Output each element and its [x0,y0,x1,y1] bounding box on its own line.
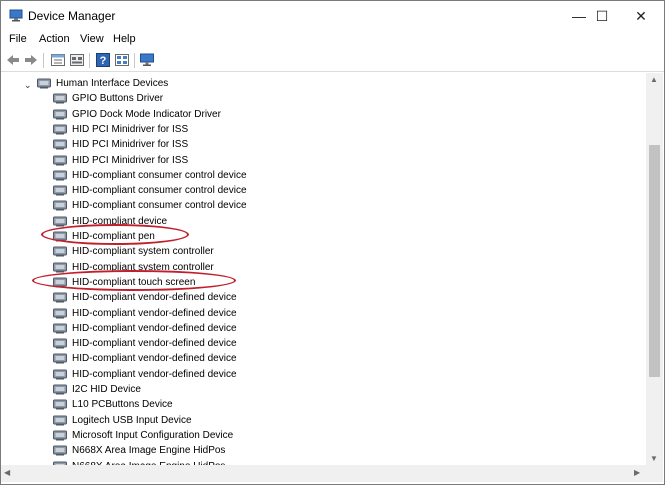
hid-device-icon [53,216,67,227]
tree-device-label: GPIO Buttons Driver [72,93,164,105]
scroll-left-arrow-icon[interactable]: ◀ [4,468,10,477]
tree-device-label: HID PCI Minidriver for ISS [72,123,189,135]
show-hidden-icon[interactable] [114,52,130,68]
collapse-chevron-icon[interactable]: ⌄ [24,80,32,91]
hid-device-icon [53,445,67,456]
hid-device-icon [53,155,67,165]
tree-device-label: HID-compliant vendor-defined device [72,292,237,304]
tree-category-label: Human Interface Devices [56,78,169,89]
hid-device-icon [53,124,67,135]
tree-device-label: HID PCI Minidriver for ISS [72,139,189,151]
window-title: Device Manager [28,9,116,23]
close-button[interactable]: ✕ [618,1,664,31]
tree-device-label: HID-compliant vendor-defined device [72,338,237,350]
tree-device-label: HID PCI Minidriver for ISS [72,154,189,166]
scroll-up-arrow-icon[interactable]: ▲ [650,75,658,84]
hid-device-icon [53,323,67,334]
scan-hardware-icon[interactable] [139,52,155,68]
hid-device-icon [53,231,67,242]
update-driver-icon[interactable] [69,52,85,68]
menu-file[interactable]: File [9,33,27,45]
hid-device-icon [53,262,67,273]
hid-device-icon [53,170,67,181]
tree-device-label: HID-compliant vendor-defined device [72,353,237,365]
hid-category-icon [37,78,51,89]
title-bar: Device Manager — ☐ ✕ [1,1,664,31]
tree-device-label: HID-compliant vendor-defined device [72,307,237,319]
scroll-right-arrow-icon[interactable]: ▶ [634,468,640,477]
hid-device-icon [53,139,67,150]
menu-view[interactable]: View [80,33,104,45]
toolbar: ? [1,49,664,72]
vertical-scrollbar[interactable]: ▲ ▼ [646,73,663,465]
tree-device-label: HID-compliant touch screen [72,276,196,288]
hid-device-icon [53,308,67,318]
toolbar-separator [89,53,90,68]
maximize-icon: ☐ [595,7,609,24]
hid-device-icon [53,200,67,211]
scrollbar-corner [646,465,663,482]
hid-device-icon [53,277,67,288]
tree-device-label: HID-compliant consumer control device [72,185,247,197]
hid-device-icon [53,185,67,196]
hid-device-icon [53,246,67,257]
tree-device-label: N668X Area Image Engine HidPos [72,445,226,457]
tree-device-label: I2C HID Device [72,384,141,395]
vertical-scroll-thumb[interactable] [649,145,660,377]
toolbar-separator [134,53,135,68]
scroll-down-arrow-icon[interactable]: ▼ [650,454,658,463]
hid-device-icon [53,292,67,303]
hid-device-icon [53,353,67,364]
device-manager-window: Device Manager — ☐ ✕ File Action View He… [0,0,665,485]
hid-device-icon [53,399,67,410]
tree-device-label: GPIO Dock Mode Indicator Driver [72,108,221,120]
hid-device-icon [53,430,67,441]
close-icon: ✕ [635,7,647,24]
device-tree: Human Interface Devices GPIO Buttons Driv… [1,73,646,465]
tree-device-label: Logitech USB Input Device [72,414,192,426]
tree-device-label: HID-compliant system controller [72,246,214,258]
tree-device-label: HID-compliant pen [72,231,155,242]
hid-device-icon [53,384,67,395]
toolbar-separator [43,53,44,68]
horizontal-scrollbar[interactable]: ◀ ▶ [1,465,646,482]
back-arrow-icon[interactable] [5,52,21,68]
tree-device-label: Microsoft Input Configuration Device [72,429,234,441]
hid-device-icon [53,369,67,380]
properties-icon[interactable] [50,52,66,68]
tree-device-label: HID-compliant consumer control device [72,200,247,212]
tree-device-label: HID-compliant vendor-defined device [72,322,237,334]
svg-text:?: ? [100,55,107,67]
hid-device-icon [53,93,67,104]
forward-arrow-icon[interactable] [23,52,39,68]
menu-action[interactable]: Action [39,33,70,45]
device-manager-icon [9,9,23,22]
hid-device-icon [53,338,67,349]
tree-device-label: L10 PCButtons Device [72,399,173,411]
tree-device-label: HID-compliant device [72,215,168,227]
tree-device-label: HID-compliant system controller [72,261,214,273]
menu-bar: File Action View Help [1,31,664,49]
hid-device-icon [53,415,67,426]
menu-help[interactable]: Help [113,33,136,45]
hid-device-icon [53,109,67,120]
tree-device-label: HID-compliant vendor-defined device [72,368,237,380]
help-icon[interactable]: ? [95,52,111,68]
tree-device-label: HID-compliant consumer control device [72,169,247,181]
